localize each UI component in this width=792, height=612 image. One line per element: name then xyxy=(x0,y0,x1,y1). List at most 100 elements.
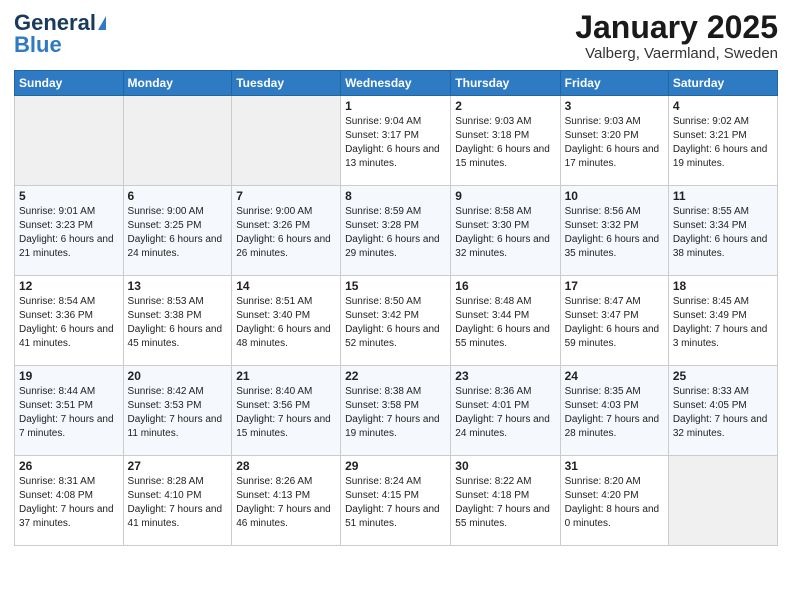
day-number: 19 xyxy=(19,369,119,383)
calendar-cell: 31 Sunrise: 8:20 AMSunset: 4:20 PMDayligh… xyxy=(560,456,668,546)
calendar-cell: 17 Sunrise: 8:47 AMSunset: 3:47 PMDayligh… xyxy=(560,276,668,366)
day-info: Sunrise: 8:59 AMSunset: 3:28 PMDaylight:… xyxy=(345,205,446,261)
calendar-cell: 22 Sunrise: 8:38 AMSunset: 3:58 PMDayligh… xyxy=(341,366,451,456)
day-info: Sunrise: 8:38 AMSunset: 3:58 PMDaylight:… xyxy=(345,385,446,441)
day-info: Sunrise: 8:56 AMSunset: 3:32 PMDaylight:… xyxy=(565,205,664,261)
calendar-cell: 1 Sunrise: 9:04 AMSunset: 3:17 PMDaylight… xyxy=(341,96,451,186)
day-info: Sunrise: 9:03 AMSunset: 3:20 PMDaylight:… xyxy=(565,115,664,171)
day-number: 22 xyxy=(345,369,446,383)
day-info: Sunrise: 8:51 AMSunset: 3:40 PMDaylight:… xyxy=(236,295,336,351)
calendar-cell: 4Sunrise: 9:02 AMSunset: 3:21 PMDaylight… xyxy=(668,96,777,186)
calendar-cell: 29 Sunrise: 8:24 AMSunset: 4:15 PMDayligh… xyxy=(341,456,451,546)
day-number: 21 xyxy=(236,369,336,383)
day-number: 24 xyxy=(565,369,664,383)
day-info: Sunrise: 8:47 AMSunset: 3:47 PMDaylight:… xyxy=(565,295,664,351)
calendar-cell: 7Sunrise: 9:00 AMSunset: 3:26 PMDaylight… xyxy=(232,186,341,276)
calendar-cell: 23Sunrise: 8:36 AMSunset: 4:01 PMDayligh… xyxy=(451,366,560,456)
day-info: Sunrise: 8:24 AMSunset: 4:15 PMDaylight:… xyxy=(345,475,446,531)
calendar-cell: 19 Sunrise: 8:44 AMSunset: 3:51 PMDayligh… xyxy=(15,366,124,456)
calendar-cell: 15 Sunrise: 8:50 AMSunset: 3:42 PMDayligh… xyxy=(341,276,451,366)
day-number: 17 xyxy=(565,279,664,293)
logo-blue: Blue xyxy=(14,32,62,58)
day-info: Sunrise: 8:28 AMSunset: 4:10 PMDaylight:… xyxy=(128,475,228,531)
day-number: 1 xyxy=(345,99,446,113)
day-number: 9 xyxy=(455,189,555,203)
day-info: Sunrise: 9:03 AMSunset: 3:18 PMDaylight:… xyxy=(455,115,555,171)
day-info: Sunrise: 8:22 AMSunset: 4:18 PMDaylight:… xyxy=(455,475,555,531)
calendar-cell: 12 Sunrise: 8:54 AMSunset: 3:36 PMDayligh… xyxy=(15,276,124,366)
calendar-cell xyxy=(232,96,341,186)
calendar-cell: 25Sunrise: 8:33 AMSunset: 4:05 PMDayligh… xyxy=(668,366,777,456)
calendar-cell: 30 Sunrise: 8:22 AMSunset: 4:18 PMDayligh… xyxy=(451,456,560,546)
day-number: 31 xyxy=(565,459,664,473)
calendar-cell xyxy=(15,96,124,186)
calendar-cell: 26 Sunrise: 8:31 AMSunset: 4:08 PMDayligh… xyxy=(15,456,124,546)
logo-triangle-icon xyxy=(98,16,106,30)
logo: General Blue xyxy=(14,10,106,58)
calendar-cell: 24 Sunrise: 8:35 AMSunset: 4:03 PMDayligh… xyxy=(560,366,668,456)
weekday-header-thursday: Thursday xyxy=(451,71,560,96)
calendar-week-3: 12 Sunrise: 8:54 AMSunset: 3:36 PMDayligh… xyxy=(15,276,778,366)
day-number: 14 xyxy=(236,279,336,293)
day-number: 12 xyxy=(19,279,119,293)
calendar-cell xyxy=(668,456,777,546)
day-number: 10 xyxy=(565,189,664,203)
day-number: 6 xyxy=(128,189,228,203)
weekday-header-tuesday: Tuesday xyxy=(232,71,341,96)
day-info: Sunrise: 8:35 AMSunset: 4:03 PMDaylight:… xyxy=(565,385,664,441)
day-info: Sunrise: 8:20 AMSunset: 4:20 PMDaylight:… xyxy=(565,475,664,531)
weekday-header-wednesday: Wednesday xyxy=(341,71,451,96)
calendar-cell: 14 Sunrise: 8:51 AMSunset: 3:40 PMDayligh… xyxy=(232,276,341,366)
calendar-cell xyxy=(123,96,232,186)
calendar-cell: 13 Sunrise: 8:53 AMSunset: 3:38 PMDayligh… xyxy=(123,276,232,366)
day-number: 2 xyxy=(455,99,555,113)
day-number: 16 xyxy=(455,279,555,293)
day-info: Sunrise: 9:01 AMSunset: 3:23 PMDaylight:… xyxy=(19,205,119,261)
day-number: 4 xyxy=(673,99,773,113)
calendar-cell: 5 Sunrise: 9:01 AMSunset: 3:23 PMDaylight… xyxy=(15,186,124,276)
day-info: Sunrise: 8:33 AMSunset: 4:05 PMDaylight:… xyxy=(673,385,773,441)
day-number: 26 xyxy=(19,459,119,473)
day-number: 23 xyxy=(455,369,555,383)
day-number: 27 xyxy=(128,459,228,473)
calendar-cell: 18 Sunrise: 8:45 AMSunset: 3:49 PMDayligh… xyxy=(668,276,777,366)
weekday-header-friday: Friday xyxy=(560,71,668,96)
calendar-cell: 28Sunrise: 8:26 AMSunset: 4:13 PMDayligh… xyxy=(232,456,341,546)
calendar-cell: 10 Sunrise: 8:56 AMSunset: 3:32 PMDayligh… xyxy=(560,186,668,276)
day-info: Sunrise: 8:42 AMSunset: 3:53 PMDaylight:… xyxy=(128,385,228,441)
day-info: Sunrise: 8:31 AMSunset: 4:08 PMDaylight:… xyxy=(19,475,119,531)
day-number: 30 xyxy=(455,459,555,473)
day-number: 8 xyxy=(345,189,446,203)
day-number: 18 xyxy=(673,279,773,293)
day-number: 28 xyxy=(236,459,336,473)
calendar-cell: 27 Sunrise: 8:28 AMSunset: 4:10 PMDayligh… xyxy=(123,456,232,546)
calendar-cell: 21Sunrise: 8:40 AMSunset: 3:56 PMDayligh… xyxy=(232,366,341,456)
day-info: Sunrise: 8:45 AMSunset: 3:49 PMDaylight:… xyxy=(673,295,773,351)
month-title: January 2025 xyxy=(575,10,778,45)
calendar-cell: 3 Sunrise: 9:03 AMSunset: 3:20 PMDaylight… xyxy=(560,96,668,186)
weekday-header-sunday: Sunday xyxy=(15,71,124,96)
day-info: Sunrise: 8:55 AMSunset: 3:34 PMDaylight:… xyxy=(673,205,773,261)
day-info: Sunrise: 8:50 AMSunset: 3:42 PMDaylight:… xyxy=(345,295,446,351)
day-info: Sunrise: 8:54 AMSunset: 3:36 PMDaylight:… xyxy=(19,295,119,351)
calendar-week-4: 19 Sunrise: 8:44 AMSunset: 3:51 PMDayligh… xyxy=(15,366,778,456)
weekday-header-row: SundayMondayTuesdayWednesdayThursdayFrid… xyxy=(15,71,778,96)
day-info: Sunrise: 8:53 AMSunset: 3:38 PMDaylight:… xyxy=(128,295,228,351)
day-info: Sunrise: 8:58 AMSunset: 3:30 PMDaylight:… xyxy=(455,205,555,261)
day-info: Sunrise: 9:00 AMSunset: 3:26 PMDaylight:… xyxy=(236,205,336,261)
calendar-cell: 20Sunrise: 8:42 AMSunset: 3:53 PMDayligh… xyxy=(123,366,232,456)
calendar-cell: 16Sunrise: 8:48 AMSunset: 3:44 PMDayligh… xyxy=(451,276,560,366)
location-subtitle: Valberg, Vaermland, Sweden xyxy=(575,45,778,62)
day-number: 15 xyxy=(345,279,446,293)
day-info: Sunrise: 8:44 AMSunset: 3:51 PMDaylight:… xyxy=(19,385,119,441)
calendar-week-5: 26 Sunrise: 8:31 AMSunset: 4:08 PMDayligh… xyxy=(15,456,778,546)
calendar-table: SundayMondayTuesdayWednesdayThursdayFrid… xyxy=(14,70,778,546)
day-number: 11 xyxy=(673,189,773,203)
day-number: 29 xyxy=(345,459,446,473)
day-number: 5 xyxy=(19,189,119,203)
calendar-cell: 8 Sunrise: 8:59 AMSunset: 3:28 PMDaylight… xyxy=(341,186,451,276)
day-number: 13 xyxy=(128,279,228,293)
day-info: Sunrise: 9:04 AMSunset: 3:17 PMDaylight:… xyxy=(345,115,446,171)
calendar-cell: 11 Sunrise: 8:55 AMSunset: 3:34 PMDayligh… xyxy=(668,186,777,276)
day-number: 3 xyxy=(565,99,664,113)
